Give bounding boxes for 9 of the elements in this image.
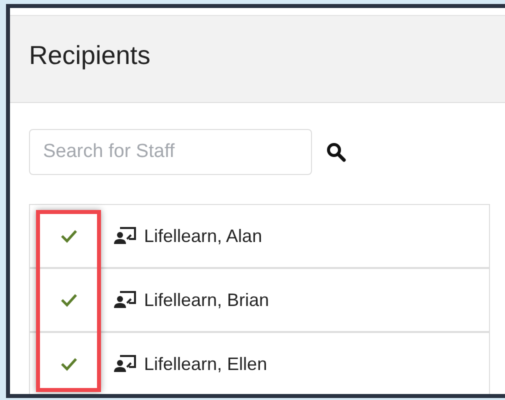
staff-icon <box>114 355 136 373</box>
recipient-name[interactable]: Lifellearn, Ellen <box>144 350 268 378</box>
staff-icon <box>114 227 136 245</box>
staff-icon <box>114 291 136 309</box>
recipient-name[interactable]: Lifellearn, Brian <box>144 286 270 314</box>
search-icon[interactable] <box>326 142 346 162</box>
panel-title: Recipients <box>29 40 152 72</box>
recipient-name[interactable]: Lifellearn, Alan <box>144 222 262 250</box>
search-field[interactable]: Search for Staff <box>29 129 312 175</box>
